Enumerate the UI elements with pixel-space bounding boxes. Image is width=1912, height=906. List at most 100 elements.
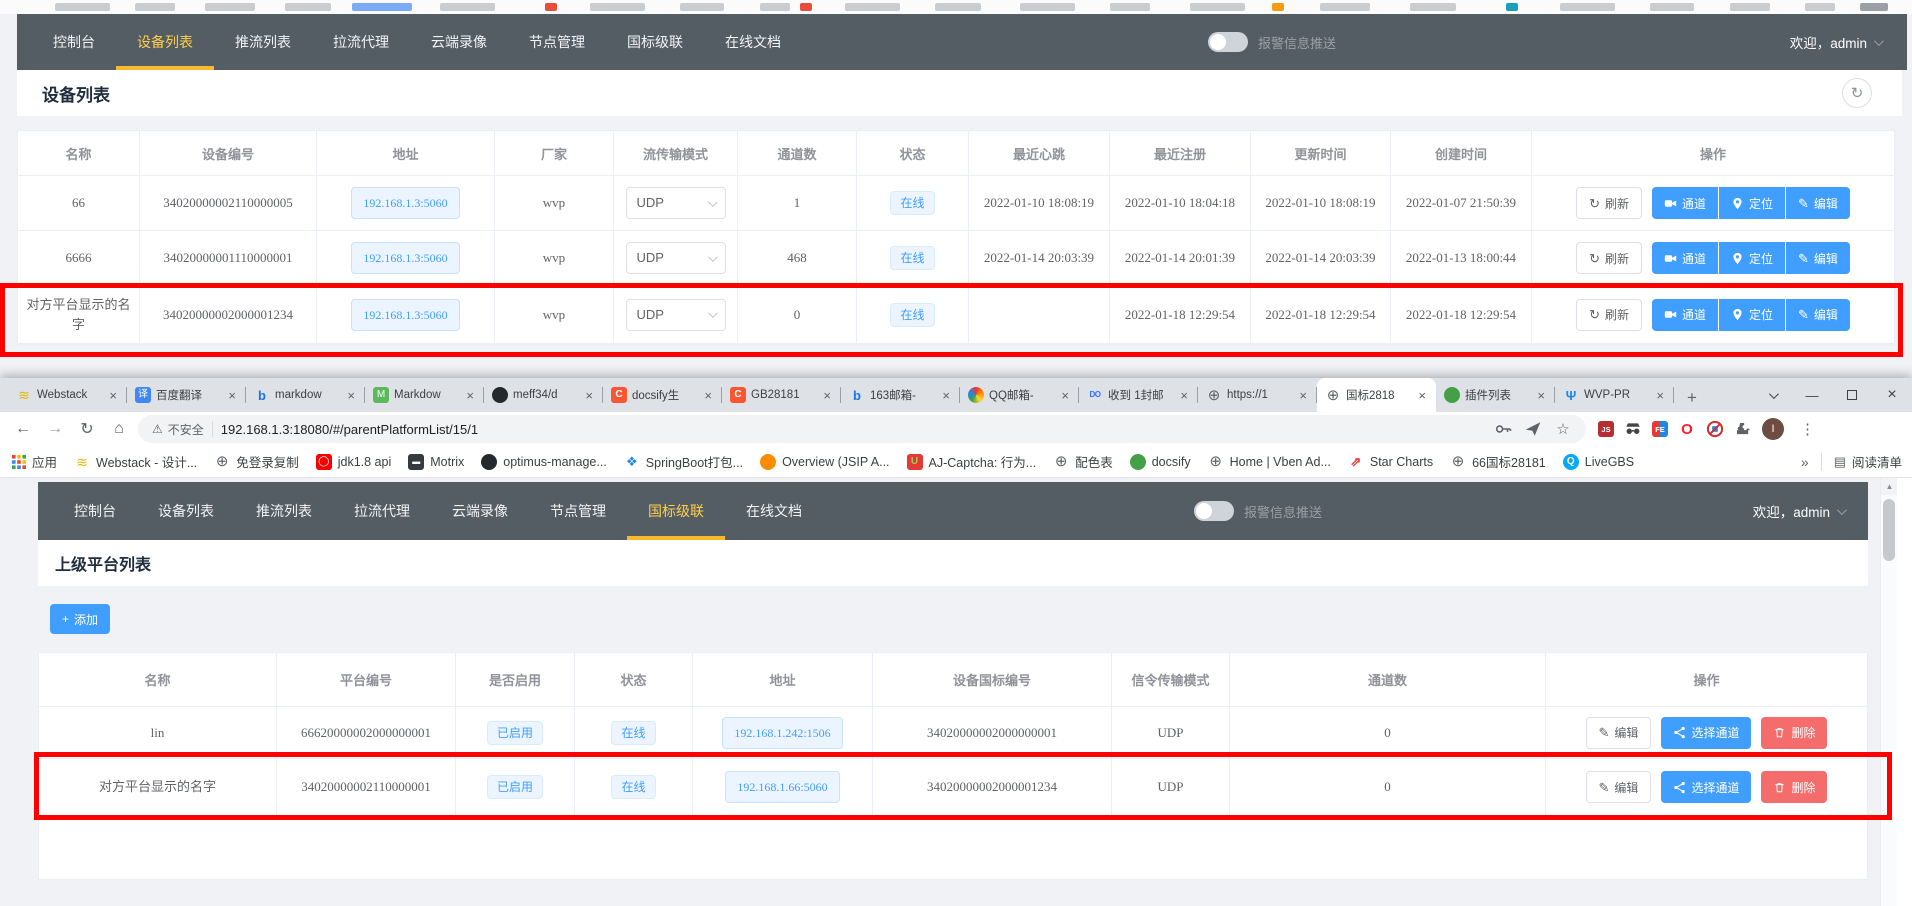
stream-mode-select[interactable]: UDP: [626, 242, 726, 274]
browser-tab[interactable]: 译 百度翻译 ×: [127, 378, 246, 412]
select-channel-button[interactable]: 选择通道: [1661, 717, 1751, 749]
back-button[interactable]: ←: [10, 416, 36, 442]
edit-button[interactable]: ✎编辑: [1586, 717, 1652, 749]
nav-item-gb-cascade[interactable]: 国标级联: [606, 14, 704, 70]
address-link[interactable]: 192.168.1.242:1506: [722, 717, 842, 749]
edit-button[interactable]: ✎编辑: [1786, 242, 1850, 274]
bookmark-item[interactable]: ◯ jdk1.8 api: [316, 454, 392, 470]
close-icon[interactable]: ×: [583, 388, 595, 403]
opera-extension-icon[interactable]: O: [1678, 420, 1696, 438]
incognito-mask-icon[interactable]: [1624, 420, 1642, 438]
locate-button[interactable]: 定位: [1719, 242, 1785, 274]
user-menu[interactable]: 欢迎，admin: [1753, 482, 1844, 540]
channel-button[interactable]: 通道: [1652, 187, 1718, 219]
url-omnibox[interactable]: ⚠不安全 192.168.1.3:18080/#/parentPlatformL…: [138, 415, 1586, 443]
user-menu[interactable]: 欢迎，admin: [1790, 14, 1881, 70]
profile-avatar[interactable]: I: [1762, 418, 1784, 440]
nav-item-gb-cascade[interactable]: 国标级联: [627, 482, 725, 540]
forward-button[interactable]: →: [42, 416, 68, 442]
browser-tab[interactable]: Ψ WVP-PR ×: [1555, 378, 1674, 412]
bookmark-item[interactable]: ⇗ Star Charts: [1348, 454, 1433, 470]
fe-extension-icon[interactable]: FE: [1652, 421, 1668, 437]
address-link[interactable]: 192.168.1.3:5060: [351, 299, 459, 331]
scroll-up-arrow[interactable]: ▲: [1881, 478, 1898, 495]
bookmark-item[interactable]: Q LiveGBS: [1563, 454, 1634, 470]
browser-tab[interactable]: ≋ Webstack ×: [8, 378, 127, 412]
edit-button[interactable]: ✎编辑: [1586, 771, 1652, 803]
refresh-button[interactable]: ↻刷新: [1576, 242, 1642, 274]
maximize-button[interactable]: [1832, 378, 1872, 412]
nav-item-node-manage[interactable]: 节点管理: [508, 14, 606, 70]
alarm-push-toggle[interactable]: [1208, 32, 1248, 52]
close-icon[interactable]: ×: [940, 388, 952, 403]
nav-item-device-list[interactable]: 设备列表: [116, 14, 214, 70]
close-icon[interactable]: ×: [702, 388, 714, 403]
new-tab-button[interactable]: +: [1678, 384, 1706, 412]
home-button[interactable]: ⌂: [106, 416, 132, 442]
tab-search-button[interactable]: [1752, 378, 1792, 412]
scrollbar-thumb[interactable]: [1883, 499, 1895, 561]
bookmark-item[interactable]: ≋ Webstack - 设计...: [74, 452, 197, 471]
close-icon[interactable]: ×: [1297, 388, 1309, 403]
nav-item-online-docs[interactable]: 在线文档: [704, 14, 802, 70]
nav-item-node-manage[interactable]: 节点管理: [529, 482, 627, 540]
bookmark-item[interactable]: ⊕ 免登录复制: [214, 452, 299, 471]
browser-tab[interactable]: 插件列表 ×: [1436, 378, 1555, 412]
channel-button[interactable]: 通道: [1652, 299, 1718, 331]
browser-tab[interactable]: C GB28181 ×: [722, 378, 841, 412]
browser-tab[interactable]: b markdow ×: [246, 378, 365, 412]
bookmark-item[interactable]: ▬ Motrix: [408, 454, 464, 470]
close-icon[interactable]: ×: [1059, 388, 1071, 403]
close-icon[interactable]: ×: [1178, 388, 1190, 403]
key-icon[interactable]: [1494, 420, 1512, 438]
close-icon[interactable]: ×: [821, 388, 833, 403]
bookmark-item[interactable]: U AJ-Captcha: 行为...: [907, 452, 1037, 471]
bookmark-star-icon[interactable]: ☆: [1554, 420, 1572, 438]
edit-button[interactable]: ✎编辑: [1786, 299, 1850, 331]
browser-tab[interactable]: ⊕ https://1 ×: [1198, 378, 1317, 412]
address-link[interactable]: 192.168.1.66:5060: [725, 771, 839, 803]
browser-tab[interactable]: DO 收到 1封邮 ×: [1079, 378, 1198, 412]
bookmark-item[interactable]: ⊕ 66国标28181: [1450, 452, 1546, 471]
channel-button[interactable]: 通道: [1652, 242, 1718, 274]
extensions-puzzle-icon[interactable]: [1734, 420, 1752, 438]
close-icon[interactable]: ×: [107, 388, 119, 403]
apps-shortcut[interactable]: 应用: [12, 452, 57, 471]
bookmarks-overflow-button[interactable]: »: [1801, 454, 1809, 470]
address-link[interactable]: 192.168.1.3:5060: [351, 242, 459, 274]
close-icon[interactable]: ×: [226, 388, 238, 403]
close-icon[interactable]: ×: [1416, 388, 1428, 403]
nav-item-console[interactable]: 控制台: [53, 482, 137, 540]
locate-button[interactable]: 定位: [1719, 299, 1785, 331]
browser-tab[interactable]: C docsify生 ×: [603, 378, 722, 412]
nav-item-cloud-record[interactable]: 云端录像: [410, 14, 508, 70]
address-link[interactable]: 192.168.1.3:5060: [351, 187, 459, 219]
bookmark-item[interactable]: docsify: [1130, 454, 1191, 470]
reading-list-button[interactable]: ▤ 阅读清单: [1834, 452, 1902, 471]
nav-item-pull-proxy[interactable]: 拉流代理: [312, 14, 410, 70]
security-indicator[interactable]: ⚠不安全: [152, 421, 204, 438]
refresh-page-button[interactable]: ↻: [1842, 78, 1872, 108]
nav-item-pull-proxy[interactable]: 拉流代理: [333, 482, 431, 540]
nav-item-console[interactable]: 控制台: [32, 14, 116, 70]
close-icon[interactable]: ×: [464, 388, 476, 403]
nav-item-cloud-record[interactable]: 云端录像: [431, 482, 529, 540]
refresh-button[interactable]: ↻刷新: [1576, 299, 1642, 331]
close-icon[interactable]: ×: [1535, 388, 1547, 403]
refresh-button[interactable]: ↻刷新: [1576, 187, 1642, 219]
stream-mode-select[interactable]: UDP: [626, 299, 726, 331]
page-scrollbar[interactable]: ▲: [1880, 478, 1897, 906]
stream-mode-select[interactable]: UDP: [626, 187, 726, 219]
browser-tab[interactable]: QQ邮箱- ×: [960, 378, 1079, 412]
browser-tab[interactable]: meff34/d ×: [484, 378, 603, 412]
bookmark-item[interactable]: ⊕ 配色表: [1053, 452, 1113, 471]
bookmark-item[interactable]: optimus-manage...: [481, 454, 607, 470]
blocker-extension-icon[interactable]: [1706, 420, 1724, 438]
browser-menu-icon[interactable]: ⋮: [1794, 420, 1821, 438]
browser-tab[interactable]: b 163邮箱- ×: [841, 378, 960, 412]
close-window-button[interactable]: ×: [1872, 378, 1912, 412]
browser-tab[interactable]: M Markdow ×: [365, 378, 484, 412]
alarm-push-toggle[interactable]: [1194, 501, 1234, 521]
add-platform-button[interactable]: + 添加: [50, 604, 110, 634]
minimize-button[interactable]: —: [1792, 378, 1832, 412]
